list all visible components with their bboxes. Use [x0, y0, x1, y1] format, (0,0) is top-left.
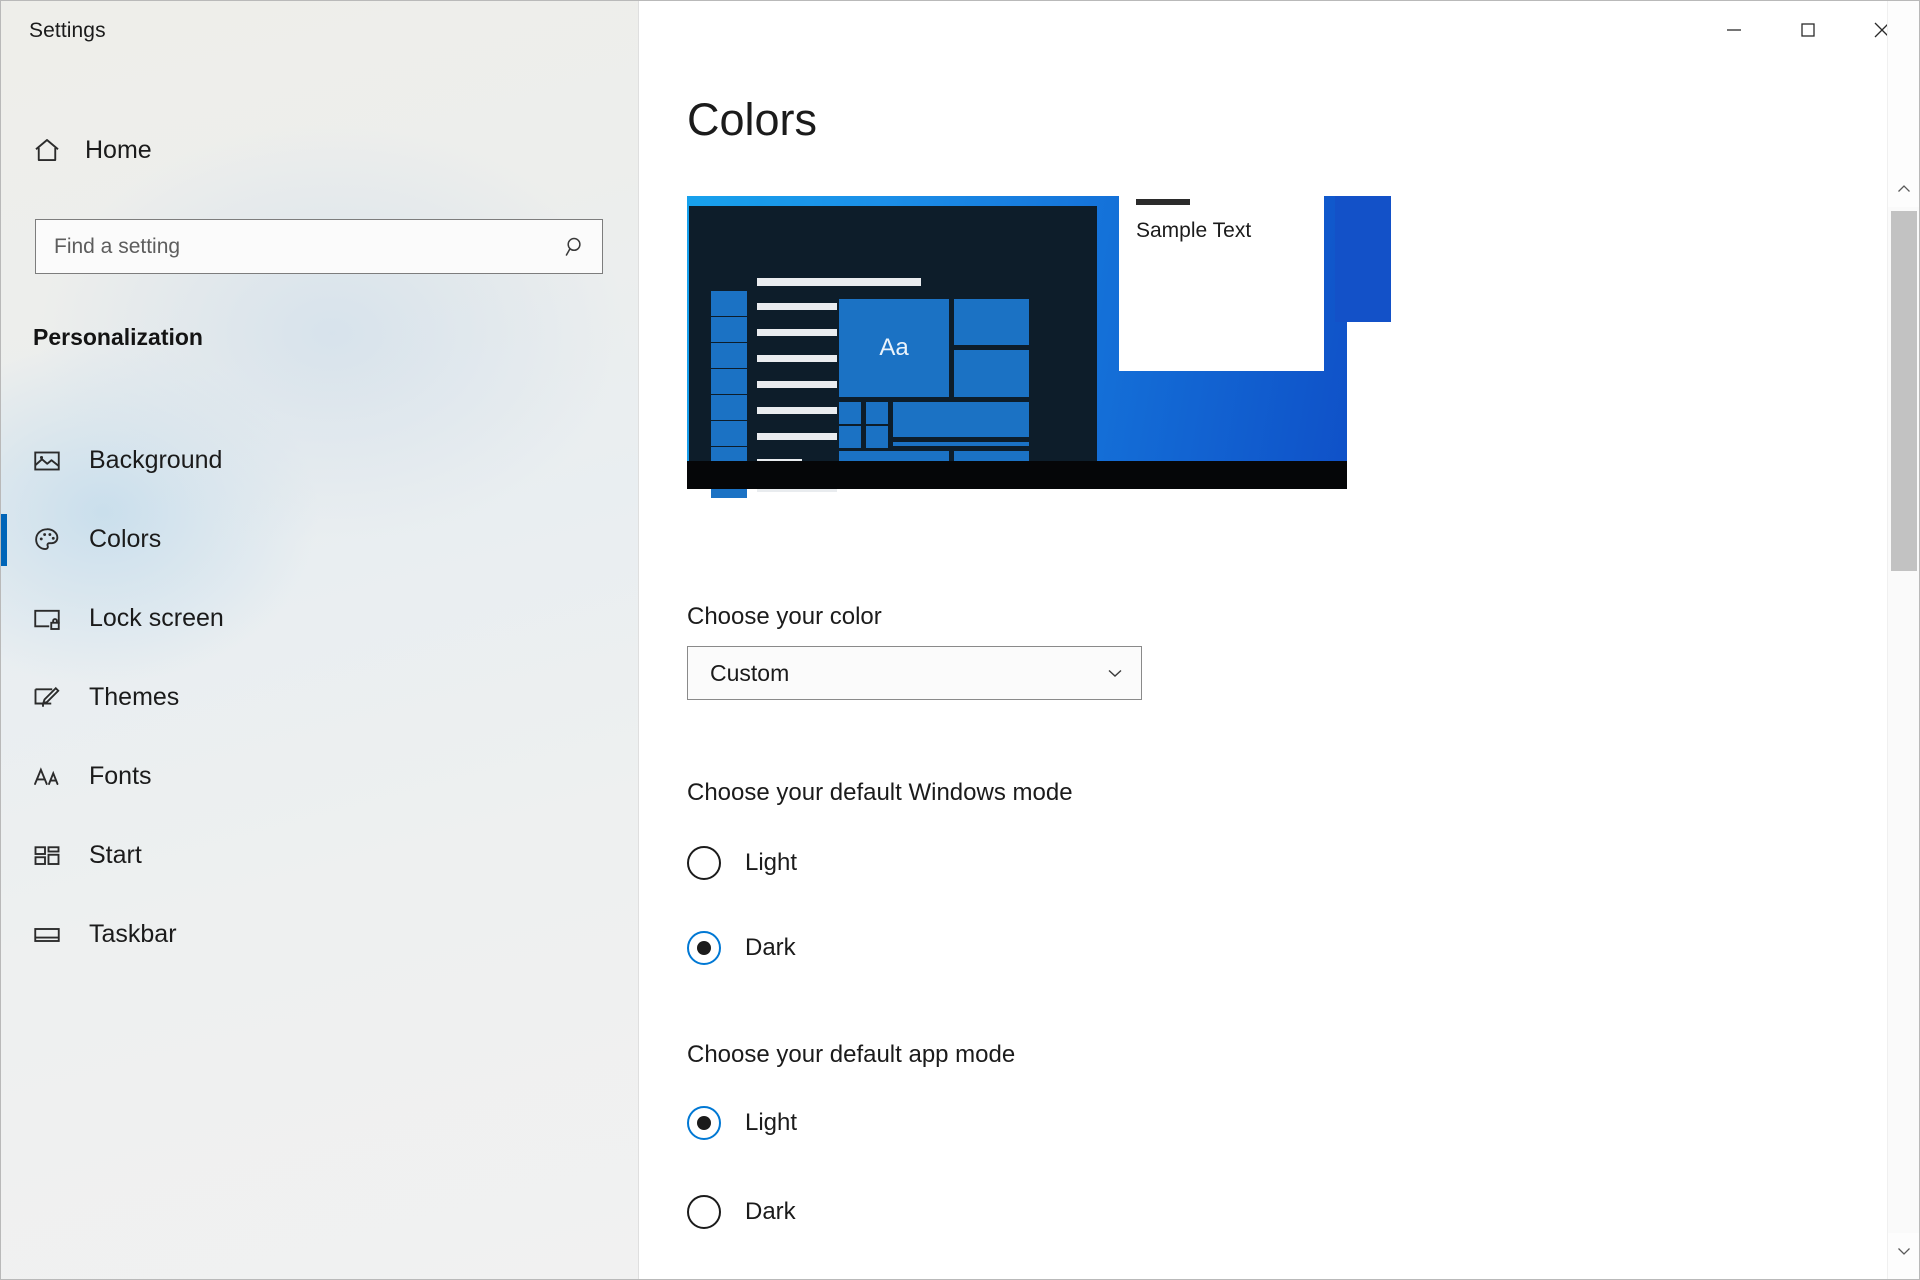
selection-indicator — [1, 435, 7, 487]
radio-windows-mode-light[interactable]: Light — [687, 841, 797, 885]
radio-app-mode-dark[interactable]: Dark — [687, 1190, 796, 1234]
taskbar-icon — [23, 920, 71, 950]
sidebar-item-background[interactable]: Background — [1, 421, 638, 500]
minimize-icon — [1727, 29, 1741, 31]
lock-screen-icon — [23, 604, 71, 634]
start-icon — [23, 841, 71, 871]
maximize-button[interactable] — [1771, 1, 1845, 59]
preview-tiles: Aa — [839, 299, 1029, 469]
radio-button[interactable] — [687, 1195, 721, 1229]
sidebar-nav: Background Colors Lock screen Themes Fon… — [1, 421, 638, 974]
radio-windows-mode-dark[interactable]: Dark — [687, 926, 796, 970]
radio-label: Dark — [745, 934, 796, 961]
preview-sample-text: Sample Text — [1136, 219, 1252, 242]
selection-indicator — [1, 672, 7, 724]
sidebar-item-lock-screen[interactable]: Lock screen — [1, 579, 638, 658]
chevron-down-icon — [1898, 1248, 1910, 1255]
page-title: Colors — [687, 94, 818, 145]
sidebar-item-fonts[interactable]: Fonts — [1, 737, 638, 816]
scrollbar-thumb[interactable] — [1891, 211, 1917, 571]
windows-mode-label: Choose your default Windows mode — [687, 779, 1073, 806]
maximize-icon — [1801, 23, 1815, 37]
radio-dot — [697, 1205, 711, 1219]
sidebar-item-label: Fonts — [89, 762, 152, 790]
selection-indicator — [1, 751, 7, 803]
radio-app-mode-light[interactable]: Light — [687, 1101, 797, 1145]
radio-label: Dark — [745, 1198, 796, 1225]
preview-tiles-header — [839, 278, 921, 286]
window-controls — [1697, 1, 1919, 59]
preview-taskbar — [687, 461, 1347, 489]
sidebar-item-home[interactable]: Home — [23, 126, 443, 174]
window-title: Settings — [29, 19, 106, 42]
chevron-up-icon — [1898, 185, 1910, 192]
app-mode-label: Choose your default app mode — [687, 1041, 1016, 1068]
radio-dot — [697, 941, 711, 955]
preview-accent-block — [1335, 196, 1391, 322]
chevron-down-icon — [1089, 661, 1141, 685]
settings-window: Settings Home Personalization — [0, 0, 1920, 1280]
sidebar-item-label: Lock screen — [89, 604, 224, 632]
image-icon — [23, 446, 71, 476]
sidebar-item-start[interactable]: Start — [1, 816, 638, 895]
radio-dot — [697, 1116, 711, 1130]
themes-icon — [23, 683, 71, 713]
sidebar-item-label: Background — [89, 446, 223, 474]
search-icon[interactable] — [550, 234, 602, 260]
fonts-icon — [23, 762, 71, 792]
selection-indicator — [1, 909, 7, 961]
selection-indicator — [1, 830, 7, 882]
sidebar-item-label: Themes — [89, 683, 180, 711]
section-title: Personalization — [33, 324, 203, 350]
minimize-button[interactable] — [1697, 1, 1771, 59]
scroll-down-button[interactable] — [1888, 1233, 1919, 1269]
palette-icon — [23, 525, 71, 555]
sidebar-item-label: Taskbar — [89, 920, 177, 948]
preview-window-titlebar — [1136, 199, 1190, 205]
choose-color-label: Choose your color — [687, 603, 882, 630]
sidebar-item-colors[interactable]: Colors — [1, 500, 638, 579]
choose-color-dropdown[interactable]: Custom — [687, 646, 1142, 700]
scroll-up-button[interactable] — [1888, 171, 1919, 207]
sidebar-item-label: Colors — [89, 525, 162, 553]
radio-button[interactable] — [687, 846, 721, 880]
sidebar-item-label: Start — [89, 841, 142, 869]
selection-indicator — [1, 513, 7, 566]
theme-preview: Aa Sample Text — [687, 187, 1391, 498]
sidebar-item-taskbar[interactable]: Taskbar — [1, 895, 638, 974]
choose-color-value: Custom — [710, 659, 790, 686]
search-input[interactable] — [36, 234, 550, 259]
sidebar-item-themes[interactable]: Themes — [1, 658, 638, 737]
radio-button[interactable] — [687, 931, 721, 965]
selection-indicator — [1, 593, 7, 645]
main-content: Colors Aa Sample Text Choose your color … — [639, 1, 1919, 1279]
radio-label: Light — [745, 849, 798, 876]
home-icon — [23, 135, 71, 165]
radio-button[interactable] — [687, 1106, 721, 1140]
sidebar: Settings Home Personalization — [1, 1, 639, 1279]
preview-start-menu: Aa — [689, 206, 1097, 498]
search-box[interactable] — [35, 219, 603, 274]
sidebar-item-home-label: Home — [85, 135, 152, 164]
radio-dot — [697, 856, 711, 870]
preview-tile-aa: Aa — [839, 299, 949, 397]
radio-label: Light — [745, 1109, 798, 1136]
preview-app-window: Sample Text — [1119, 187, 1324, 371]
vertical-scrollbar[interactable] — [1887, 1, 1919, 1279]
